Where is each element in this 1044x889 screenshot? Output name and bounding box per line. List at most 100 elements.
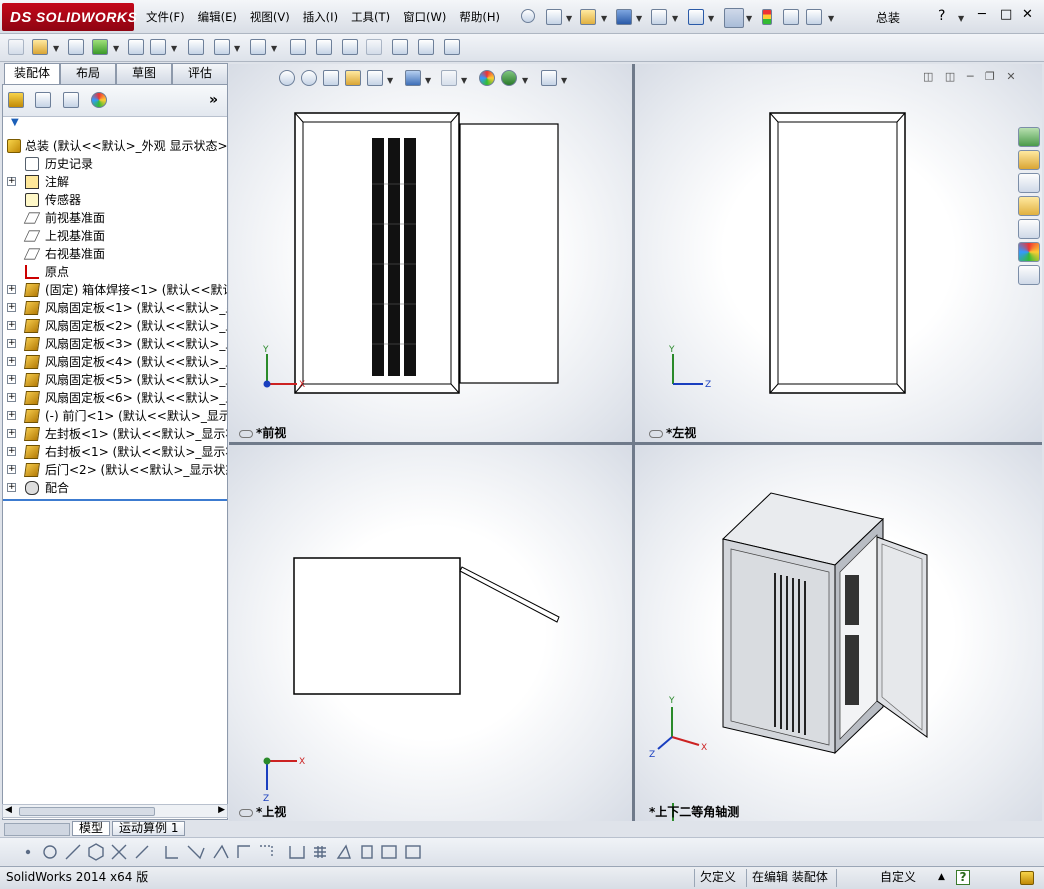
tree-item[interactable]: 上视基准面 [3,227,227,245]
show-hidden-icon[interactable] [188,39,204,55]
tile-right-icon[interactable]: ◫ [945,70,955,83]
chevron-down-icon[interactable]: ▼ [708,14,714,23]
link-views-icon[interactable] [239,808,253,817]
tree-horizontal-scrollbar[interactable]: ◀ ▶ [2,804,228,818]
section-view-icon[interactable] [345,70,361,86]
smart-fasteners-icon[interactable] [128,39,144,55]
tree-item[interactable]: + 风扇固定板<6> (默认<<默认>_显示 [3,389,227,407]
home-icon[interactable] [1018,150,1040,170]
options-icon[interactable] [806,9,822,25]
bill-of-materials-icon[interactable] [316,39,332,55]
tab-motion-study-1[interactable]: 运动算例 1 [112,821,186,836]
custom-properties-icon[interactable] [1018,265,1040,285]
tree-item[interactable]: + 注解 [3,173,227,191]
expand-toggle-icon[interactable]: + [7,393,16,402]
zoom-to-area-icon[interactable] [301,70,317,86]
previous-view-icon[interactable] [323,70,339,86]
chevron-down-icon[interactable]: ▼ [425,76,431,85]
tree-item[interactable]: 原点 [3,263,227,281]
rebuild-traffic-light-icon[interactable] [762,9,772,25]
tree-item[interactable]: + 风扇固定板<1> (默认<<默认>_显示 [3,299,227,317]
expand-panel-icon[interactable]: » [209,92,218,108]
menu-window[interactable]: 窗口(W) [403,9,446,25]
exploded-view-icon[interactable] [342,39,358,55]
tree-root-assembly[interactable]: 总装 (默认<<默认>_外观 显示状态>) [3,137,227,155]
chevron-down-icon[interactable]: ▼ [561,76,567,85]
tab-layout[interactable]: 布局 [60,63,116,84]
assembly-features-icon[interactable] [214,39,230,55]
expand-toggle-icon[interactable]: + [7,375,16,384]
viewport-isometric[interactable]: Y X Z *上下二等角轴测 [635,445,1042,821]
tree-item[interactable]: 传感器 [3,191,227,209]
chevron-down-icon[interactable]: ▼ [53,44,59,53]
chevron-up-icon[interactable]: ▲ [938,867,945,888]
viewport-restore-button[interactable]: ❐ [985,70,995,83]
explode-line-sketch-icon[interactable] [366,39,382,55]
take-snapshot-icon[interactable] [444,39,460,55]
display-manager-icon[interactable] [91,92,107,108]
link-views-icon[interactable] [239,429,253,438]
viewport-left[interactable]: Y Z ◫ ◫ ─ ❐ ✕ *左视 [635,64,1042,442]
expand-toggle-icon[interactable]: + [7,303,16,312]
rebuild-icon[interactable] [1020,871,1034,885]
menu-view[interactable]: 视图(V) [250,9,290,25]
chevron-down-icon[interactable]: ▼ [958,14,964,23]
file-properties-icon[interactable] [783,9,799,25]
link-views-icon[interactable] [649,429,663,438]
help-icon[interactable]: ? [938,8,945,24]
expand-toggle-icon[interactable]: + [7,429,16,438]
linear-pattern-icon[interactable] [92,39,108,55]
view-orientation-icon[interactable] [367,70,383,86]
tree-item[interactable]: 前视基准面 [3,209,227,227]
viewport-top[interactable]: X Z *上视 [229,445,632,821]
tab-model[interactable]: 模型 [72,821,111,836]
tree-item[interactable]: + 风扇固定板<2> (默认<<默认>_显示 [3,317,227,335]
tree-item[interactable]: + (-) 前门<1> (默认<<默认>_显示状 [3,407,227,425]
expand-toggle-icon[interactable]: + [7,339,16,348]
filter-icon[interactable]: ▼ [3,117,227,131]
apply-scene-icon[interactable] [501,70,517,86]
mate-icon[interactable] [68,39,84,55]
solidworks-resources-icon[interactable] [1018,127,1040,147]
viewport-close-button[interactable]: ✕ [1006,70,1015,83]
expand-toggle-icon[interactable]: + [7,285,16,294]
open-folder-icon[interactable] [580,9,596,25]
instant3d-icon[interactable] [392,39,408,55]
viewport-front[interactable]: Y X ▼ ▼ ▼ ▼ ▼ *前视 [229,64,632,442]
tree-item[interactable]: + (固定) 箱体焊接<1> (默认<<默认>_显 [3,281,227,299]
reference-geometry-icon[interactable] [250,39,266,55]
feature-manager-tree-icon[interactable] [8,92,24,108]
zoom-to-fit-icon[interactable] [279,70,295,86]
expand-toggle-icon[interactable]: + [7,177,16,186]
tree-item[interactable]: + 风扇固定板<3> (默认<<默认>_显示 [3,335,227,353]
menu-help[interactable]: 帮助(H) [459,9,500,25]
tile-left-icon[interactable]: ◫ [923,70,933,83]
help-icon[interactable]: ? [956,870,970,885]
minimize-button[interactable]: ─ [978,7,986,22]
hide-show-items-icon[interactable] [441,70,457,86]
chevron-down-icon[interactable]: ▼ [522,76,528,85]
chevron-down-icon[interactable]: ▼ [387,76,393,85]
close-button[interactable]: ✕ [1022,7,1033,22]
expand-toggle-icon[interactable]: + [7,447,16,456]
appearances-scenes-icon[interactable] [1018,242,1040,262]
chevron-down-icon[interactable]: ▼ [461,76,467,85]
expand-toggle-icon[interactable]: + [7,483,16,492]
expand-toggle-icon[interactable]: + [7,357,16,366]
viewport-minimize-button[interactable]: ─ [967,70,974,83]
display-style-icon[interactable] [405,70,421,86]
chevron-down-icon[interactable]: ▼ [601,14,607,23]
tab-assembly[interactable]: 装配体 [4,63,60,84]
tree-item[interactable]: 右视基准面 [3,245,227,263]
tree-item[interactable]: + 风扇固定板<4> (默认<<默认>_显示 [3,353,227,371]
chevron-down-icon[interactable]: ▼ [171,44,177,53]
menu-file[interactable]: 文件(F) [146,9,185,25]
tree-item[interactable]: + 后门<2> (默认<<默认>_显示状态 [3,461,227,479]
expand-toggle-icon[interactable]: + [7,321,16,330]
new-motion-study-icon[interactable] [290,39,306,55]
units-selector[interactable]: 自定义 [880,867,916,888]
file-explorer-icon[interactable] [1018,196,1040,216]
speedpak-icon[interactable] [418,39,434,55]
rollback-bar[interactable] [3,499,227,501]
undo-icon[interactable] [688,9,704,25]
